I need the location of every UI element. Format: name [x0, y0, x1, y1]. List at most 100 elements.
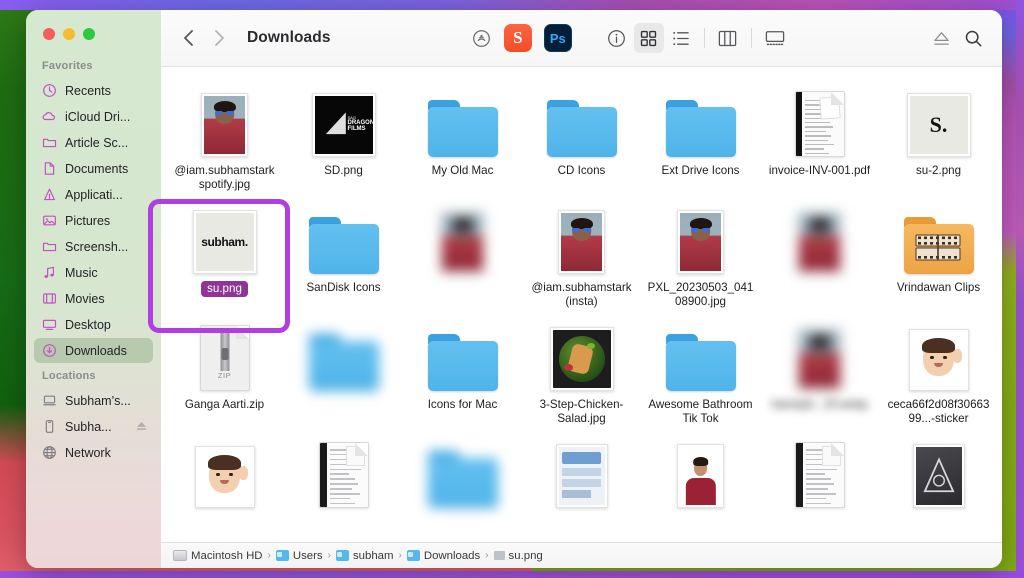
sidebar-item-label: Pictures — [65, 214, 110, 228]
sidebar-item-label: Article Sc... — [65, 136, 128, 150]
memoji-thumbnail — [195, 446, 255, 508]
file-item[interactable]: PXL_20230503_04108900.jpg — [641, 194, 760, 309]
file-item[interactable] — [284, 311, 403, 426]
sidebar-item-music[interactable]: Music — [34, 260, 153, 285]
file-item[interactable]: 3-Step-Chicken-Salad.jpg — [522, 311, 641, 426]
minimize-button[interactable] — [63, 28, 75, 40]
file-item[interactable] — [284, 428, 403, 515]
back-button[interactable] — [175, 24, 203, 52]
sidebar-item-label: Network — [65, 446, 111, 460]
file-item[interactable] — [522, 428, 641, 515]
file-name-label: 3-Step-Chicken-Salad.jpg — [528, 398, 636, 426]
file-thumbnail — [308, 319, 380, 391]
file-thumbnail — [784, 85, 856, 157]
file-item[interactable]: invoice-INV-001.pdf — [760, 77, 879, 192]
sidebar-item-recents[interactable]: Recents — [34, 78, 153, 103]
file-item[interactable]: @iam.subhamstark (insta) — [522, 194, 641, 309]
file-thumbnail — [427, 319, 499, 391]
sidebar-item-article-sc[interactable]: Article Sc... — [34, 130, 153, 155]
folder-icon — [309, 217, 379, 274]
photo-thumbnail — [550, 327, 614, 391]
file-item[interactable] — [641, 428, 760, 515]
file-item[interactable] — [165, 428, 284, 515]
file-item[interactable]: @iam.subhamstark spotify.jpg — [165, 77, 284, 192]
file-item[interactable]: SanDisk Icons — [284, 194, 403, 309]
file-item[interactable]: Awesome Bathroom Tik Tok — [641, 311, 760, 426]
sidebar-item-label: Documents — [65, 162, 128, 176]
file-thumbnail — [427, 202, 499, 274]
sidebar-item-movies[interactable]: Movies — [34, 286, 153, 311]
zoom-button[interactable] — [83, 28, 95, 40]
path-item[interactable]: Downloads — [407, 550, 480, 562]
forward-button[interactable] — [205, 24, 233, 52]
file-item[interactable]: hairstyle...24.webp — [760, 311, 879, 426]
search-button[interactable] — [958, 23, 988, 53]
file-item[interactable] — [879, 428, 998, 515]
sidebar-item-downloads[interactable]: Downloads — [34, 338, 153, 363]
file-item[interactable] — [403, 194, 522, 309]
photo-thumbnail — [796, 327, 843, 391]
airdrop-icon[interactable] — [467, 23, 497, 53]
file-name-label: Ext Drive Icons — [662, 164, 740, 178]
eject-button[interactable] — [926, 23, 956, 53]
sidebar-item-screensh[interactable]: Screensh... — [34, 234, 153, 259]
file-item[interactable] — [760, 428, 879, 515]
file-item[interactable]: CD Icons — [522, 77, 641, 192]
globe-icon — [42, 445, 57, 460]
disk-icon — [173, 550, 187, 561]
sidebar-item-applicati[interactable]: Applicati... — [34, 182, 153, 207]
path-item[interactable]: Users — [276, 550, 323, 562]
file-item[interactable]: Vrindawan Clips — [879, 194, 998, 309]
finder-window: FavoritesRecentsiCloud Dri...Article Sc.… — [26, 10, 1002, 568]
path-separator: › — [268, 550, 271, 561]
list-view-button[interactable] — [666, 23, 696, 53]
file-name-label: My Old Mac — [432, 164, 494, 178]
image-thumbnail: SAGDRAGONFILMS — [312, 93, 376, 157]
sidebar-item-subham-s[interactable]: Subham’s... — [34, 388, 153, 413]
folder-icon — [407, 550, 420, 561]
icon-view-button[interactable] — [634, 23, 664, 53]
path-item[interactable]: su.png — [494, 550, 543, 562]
sidebar-item-pictures[interactable]: Pictures — [34, 208, 153, 233]
file-name-label: SanDisk Icons — [306, 281, 380, 295]
folder-icon — [666, 100, 736, 157]
file-item[interactable]: S.su-2.png — [879, 77, 998, 192]
sidebar-item-network[interactable]: Network — [34, 440, 153, 465]
info-button[interactable] — [602, 23, 632, 53]
sidebar-item-label: Downloads — [65, 344, 127, 358]
close-button[interactable] — [43, 28, 55, 40]
file-item[interactable]: My Old Mac — [403, 77, 522, 192]
document-thumbnail — [319, 442, 369, 508]
file-item[interactable] — [760, 194, 879, 309]
sidebar-item-icloud-dri[interactable]: iCloud Dri... — [34, 104, 153, 129]
app-icon-photoshop[interactable]: Ps — [544, 24, 572, 52]
file-item[interactable]: Ext Drive Icons — [641, 77, 760, 192]
sidebar-item-subha[interactable]: Subha... — [34, 414, 153, 439]
file-name-label: invoice-INV-001.pdf — [769, 164, 870, 178]
eject-icon[interactable] — [136, 420, 147, 434]
file-thumbnail — [665, 85, 737, 157]
sidebar-item-desktop[interactable]: Desktop — [34, 312, 153, 337]
sidebar-section-header: Locations — [26, 364, 161, 387]
sidebar-item-documents[interactable]: Documents — [34, 156, 153, 181]
file-item[interactable]: Icons for Mac — [403, 311, 522, 426]
folder-film-icon — [904, 217, 974, 274]
folder-icon — [336, 550, 349, 561]
app-icon-s[interactable]: S — [504, 24, 532, 52]
column-view-button[interactable] — [713, 23, 743, 53]
file-name-label: SD.png — [324, 164, 363, 178]
file-name-label: Awesome Bathroom Tik Tok — [647, 398, 755, 426]
path-item[interactable]: subham — [336, 550, 394, 562]
gallery-view-button[interactable] — [760, 23, 790, 53]
clock-icon — [42, 83, 57, 98]
path-separator: › — [485, 550, 488, 561]
folder-icon — [428, 451, 498, 508]
file-name-label: su.png — [201, 281, 248, 297]
path-item[interactable]: Macintosh HD — [173, 550, 263, 562]
file-item[interactable] — [403, 428, 522, 515]
file-item[interactable]: ceca66f2d08f3066399...-sticker — [879, 311, 998, 426]
file-item[interactable]: subham.su.png — [165, 194, 284, 309]
page-title: Downloads — [247, 29, 331, 47]
file-item[interactable]: SAGDRAGONFILMS SD.png — [284, 77, 403, 192]
file-item[interactable]: ZIP Ganga Aarti.zip — [165, 311, 284, 426]
